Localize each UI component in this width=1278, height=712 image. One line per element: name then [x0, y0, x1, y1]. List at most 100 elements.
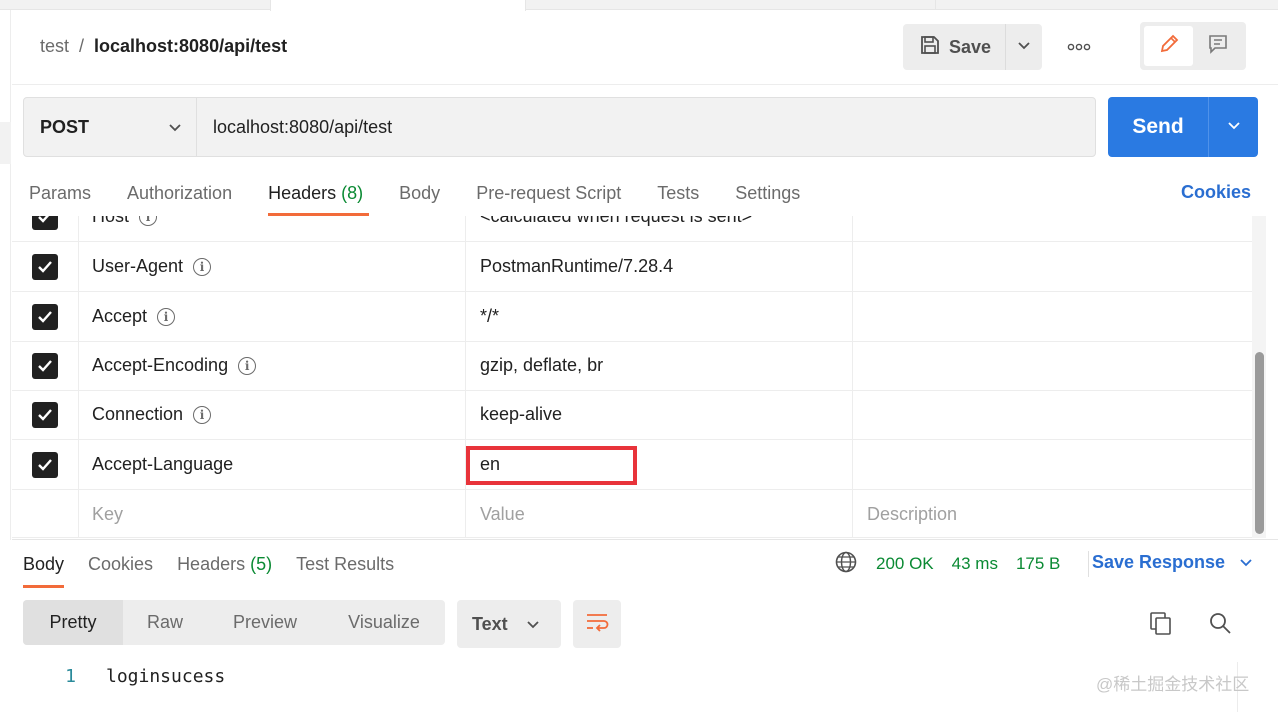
format-visualize[interactable]: Visualize [323, 600, 445, 645]
save-response-label: Save Response [1092, 552, 1226, 572]
row-checkbox[interactable] [32, 451, 58, 478]
content-type-label: Text [472, 613, 508, 634]
row-checkbox-cell [12, 390, 79, 439]
tab-body[interactable]: Body [399, 180, 440, 216]
edit-mode-button[interactable] [1144, 26, 1193, 66]
response-body-line: loginsucess [106, 666, 226, 687]
header-description[interactable] [853, 216, 1252, 241]
header-value[interactable]: PostmanRuntime/7.28.4 [466, 242, 853, 291]
header-description[interactable] [853, 341, 1252, 390]
tab-settings[interactable]: Settings [735, 180, 800, 216]
tab-count: (8) [341, 183, 364, 203]
response-status-bar: 200 OK 43 ms 175 B [834, 550, 1090, 579]
globe-icon[interactable] [834, 550, 858, 579]
response-tab-headers[interactable]: Headers (5) [177, 552, 272, 588]
row-checkbox[interactable] [32, 352, 58, 379]
comments-button[interactable] [1193, 26, 1242, 66]
info-icon[interactable]: i [157, 307, 176, 326]
header-divider [12, 84, 1278, 85]
method-select[interactable]: POST [24, 98, 197, 156]
tab-authorization[interactable]: Authorization [127, 180, 232, 216]
row-checkbox[interactable] [32, 253, 58, 280]
header-description[interactable] [853, 440, 1252, 489]
row-checkbox-cell [12, 292, 79, 341]
watermark: @稀土掘金技术社区 [1096, 675, 1250, 694]
response-tab-test-results[interactable]: Test Results [296, 552, 394, 588]
response-divider[interactable] [12, 539, 1278, 540]
header-key[interactable]: Accept i [79, 292, 466, 341]
save-button[interactable]: Save [903, 24, 1006, 70]
row-checkbox[interactable] [32, 401, 58, 428]
row-checkbox[interactable] [32, 216, 58, 230]
tab-count: (5) [250, 554, 273, 574]
row-checkbox[interactable] [32, 303, 58, 330]
header-value[interactable]: */* [466, 292, 853, 341]
table-row: User-Agent i PostmanRuntime/7.28.4 [12, 242, 1252, 292]
save-dropdown-button[interactable] [1006, 24, 1042, 70]
row-checkbox-cell [12, 490, 79, 537]
header-description[interactable] [853, 242, 1252, 291]
new-description-input[interactable]: Description [853, 490, 1252, 537]
row-checkbox-cell [12, 242, 79, 291]
breadcrumb-collection[interactable]: test [40, 36, 69, 57]
tab-label: Test Results [296, 554, 395, 574]
send-button-group: Send [1108, 97, 1258, 157]
status-code[interactable]: 200 OK [876, 554, 934, 574]
header-key-text: Connection [92, 404, 184, 424]
new-value-input[interactable]: Value [466, 490, 853, 537]
response-tab-body[interactable]: Body [23, 552, 65, 588]
tab-headers[interactable]: Headers (8) [268, 180, 370, 216]
header-key[interactable]: User-Agent i [79, 242, 466, 291]
tab-params[interactable]: Params [29, 180, 91, 216]
new-key-input[interactable]: Key [79, 490, 466, 537]
search-button[interactable] [1208, 610, 1234, 643]
breadcrumb-separator: / [79, 36, 85, 56]
wrap-lines-button[interactable] [573, 600, 621, 648]
tab-tests[interactable]: Tests [657, 180, 699, 216]
info-icon[interactable]: i [193, 257, 212, 276]
active-request-tab[interactable] [270, 0, 526, 11]
table-row: Accept i */* [12, 292, 1252, 342]
header-key-text: User-Agent [92, 256, 184, 276]
header-value[interactable]: keep-alive [466, 390, 853, 439]
header-value[interactable]: gzip, deflate, br [466, 341, 853, 390]
save-response-button[interactable]: Save Response [1092, 552, 1253, 573]
format-pretty[interactable]: Pretty [23, 600, 123, 645]
tab-label: Body [23, 554, 65, 574]
content-type-select[interactable]: Text [457, 600, 561, 648]
copy-button[interactable] [1148, 610, 1174, 643]
chevron-down-icon [1017, 38, 1031, 56]
cookies-link[interactable]: Cookies [1181, 182, 1251, 203]
headers-scrollbar[interactable] [1252, 216, 1266, 538]
table-row: Connection i keep-alive [12, 390, 1252, 440]
info-icon[interactable]: i [139, 216, 158, 226]
send-dropdown-button[interactable] [1208, 97, 1258, 157]
format-preview[interactable]: Preview [207, 600, 323, 645]
row-checkbox-cell [12, 440, 79, 489]
header-key[interactable]: Host i [79, 216, 466, 241]
breadcrumb-request-name[interactable]: localhost:8080/api/test [94, 36, 287, 57]
header-value[interactable]: <calculated when request is sent> [466, 216, 853, 241]
more-actions-button[interactable] [1064, 34, 1094, 60]
response-tab-cookies[interactable]: Cookies [88, 552, 153, 588]
header-description[interactable] [853, 292, 1252, 341]
url-input[interactable]: localhost:8080/api/test [197, 98, 1095, 156]
tab-label: Cookies [88, 554, 154, 574]
response-size[interactable]: 175 B [1016, 554, 1060, 574]
header-key-text: Accept-Language [92, 454, 234, 474]
send-button[interactable]: Send [1108, 97, 1208, 157]
format-raw[interactable]: Raw [123, 600, 207, 645]
header-key[interactable]: Accept-Language [79, 440, 466, 489]
sidebar-edge [0, 10, 11, 540]
sidebar-edge-mark [0, 122, 11, 164]
header-key[interactable]: Connection i [79, 390, 466, 439]
request-tab[interactable] [526, 0, 936, 10]
info-icon[interactable]: i [193, 405, 212, 424]
scrollbar-thumb[interactable] [1255, 352, 1264, 534]
tab-pre-request-script[interactable]: Pre-request Script [476, 180, 621, 216]
response-time[interactable]: 43 ms [952, 554, 998, 574]
chevron-down-icon [168, 117, 182, 138]
info-icon[interactable]: i [238, 356, 257, 375]
header-description[interactable] [853, 390, 1252, 439]
header-key[interactable]: Accept-Encoding i [79, 341, 466, 390]
